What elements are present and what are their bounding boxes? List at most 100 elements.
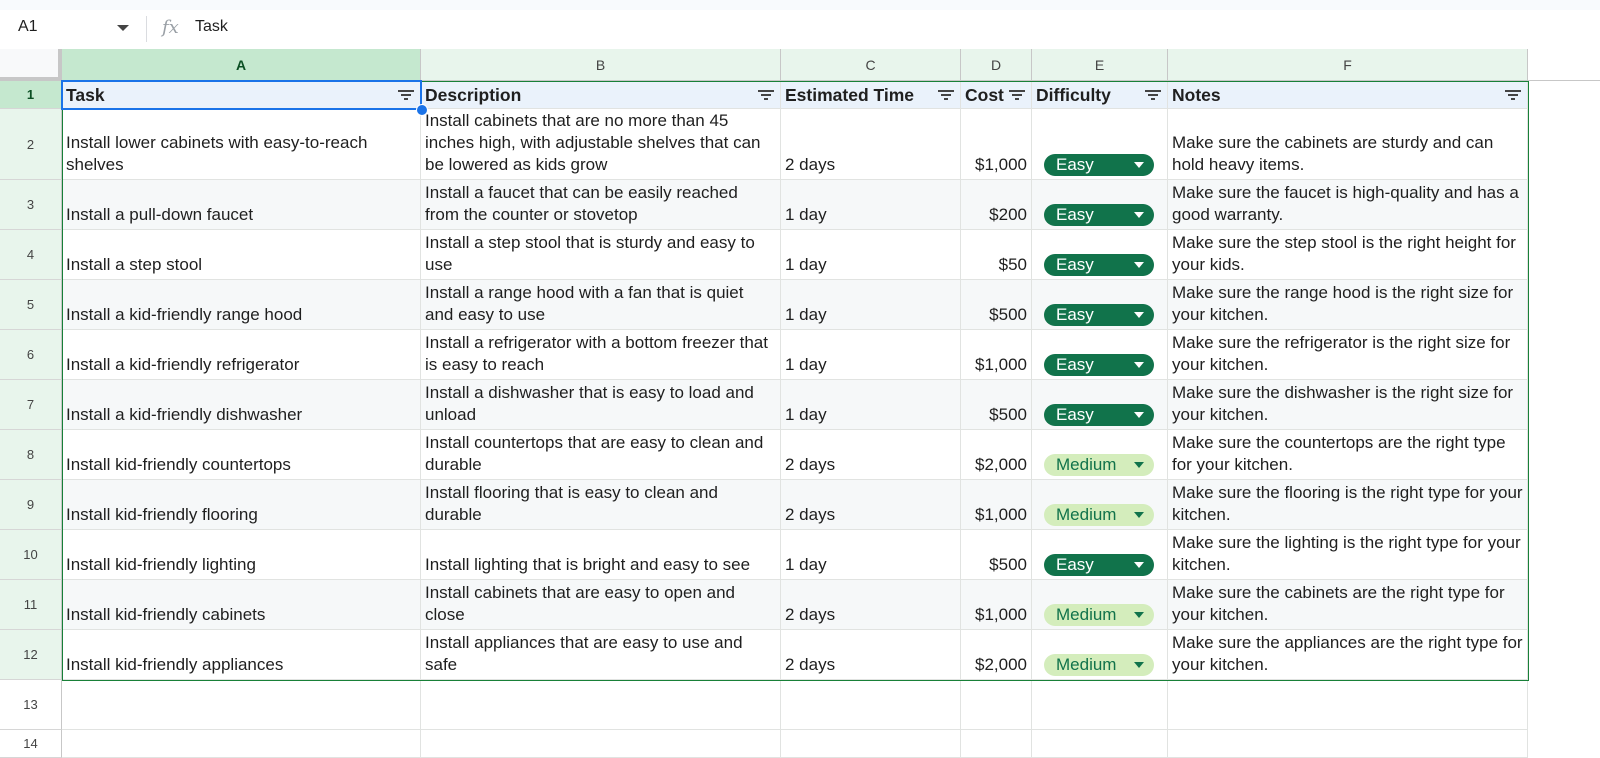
header-cell-difficulty[interactable]: Difficulty bbox=[1032, 81, 1168, 109]
table-cell-desc[interactable]: Install cabinets that are no more than 4… bbox=[421, 109, 781, 180]
empty-cell[interactable] bbox=[1168, 730, 1528, 758]
chevron-down-icon[interactable] bbox=[1134, 412, 1144, 418]
table-cell-notes[interactable]: Make sure the cabinets are the right typ… bbox=[1168, 580, 1528, 630]
table-cell-desc[interactable]: Install a step stool that is sturdy and … bbox=[421, 230, 781, 280]
table-cell-desc[interactable]: Install flooring that is easy to clean a… bbox=[421, 480, 781, 530]
table-cell-time[interactable]: 1 day bbox=[781, 230, 961, 280]
table-cell-cost[interactable]: $1,000 bbox=[961, 109, 1032, 180]
header-cell-cost[interactable]: Cost bbox=[961, 81, 1032, 109]
table-cell-cost[interactable]: $1,000 bbox=[961, 330, 1032, 380]
empty-cell[interactable] bbox=[421, 730, 781, 758]
table-cell-task[interactable]: Install a kid-friendly range hood bbox=[62, 280, 421, 330]
table-cell-task[interactable]: Install kid-friendly flooring bbox=[62, 480, 421, 530]
formula-input[interactable]: Task bbox=[195, 18, 228, 36]
difficulty-chip[interactable]: Easy bbox=[1044, 404, 1154, 426]
difficulty-chip[interactable]: Medium bbox=[1044, 654, 1154, 676]
table-cell-task[interactable]: Install a step stool bbox=[62, 230, 421, 280]
table-cell-cost[interactable]: $2,000 bbox=[961, 430, 1032, 480]
table-cell-difficulty[interactable]: Easy bbox=[1032, 330, 1168, 380]
difficulty-chip[interactable]: Easy bbox=[1044, 254, 1154, 276]
chevron-down-icon[interactable] bbox=[1134, 212, 1144, 218]
table-cell-notes[interactable]: Make sure the refrigerator is the right … bbox=[1168, 330, 1528, 380]
table-cell-difficulty[interactable]: Medium bbox=[1032, 580, 1168, 630]
table-cell-cost[interactable]: $50 bbox=[961, 230, 1032, 280]
table-cell-desc[interactable]: Install a faucet that can be easily reac… bbox=[421, 180, 781, 230]
table-cell-time[interactable]: 2 days bbox=[781, 630, 961, 680]
filter-icon[interactable] bbox=[398, 89, 414, 101]
table-cell-task[interactable]: Install a pull-down faucet bbox=[62, 180, 421, 230]
fill-handle[interactable] bbox=[416, 104, 428, 116]
header-cell-desc[interactable]: Description bbox=[421, 81, 781, 109]
table-cell-cost[interactable]: $1,000 bbox=[961, 480, 1032, 530]
table-cell-desc[interactable]: Install a dishwasher that is easy to loa… bbox=[421, 380, 781, 430]
table-cell-time[interactable]: 1 day bbox=[781, 330, 961, 380]
empty-cell[interactable] bbox=[1032, 730, 1168, 758]
empty-cell[interactable] bbox=[1032, 680, 1168, 730]
filter-icon[interactable] bbox=[1145, 89, 1161, 101]
empty-cell[interactable] bbox=[62, 680, 421, 730]
table-cell-notes[interactable]: Make sure the cabinets are sturdy and ca… bbox=[1168, 109, 1528, 180]
table-cell-time[interactable]: 1 day bbox=[781, 380, 961, 430]
column-header-a[interactable]: A bbox=[62, 49, 421, 81]
row-header-12[interactable]: 12 bbox=[0, 630, 62, 680]
table-cell-time[interactable]: 2 days bbox=[781, 109, 961, 180]
column-header-c[interactable]: C bbox=[781, 49, 961, 81]
table-cell-difficulty[interactable]: Medium bbox=[1032, 480, 1168, 530]
row-header-3[interactable]: 3 bbox=[0, 180, 62, 230]
difficulty-chip[interactable]: Easy bbox=[1044, 304, 1154, 326]
header-cell-notes[interactable]: Notes bbox=[1168, 81, 1528, 109]
empty-cell[interactable] bbox=[781, 680, 961, 730]
row-header-4[interactable]: 4 bbox=[0, 230, 62, 280]
chevron-down-icon[interactable] bbox=[1134, 562, 1144, 568]
table-cell-notes[interactable]: Make sure the range hood is the right si… bbox=[1168, 280, 1528, 330]
table-cell-difficulty[interactable]: Easy bbox=[1032, 280, 1168, 330]
table-cell-cost[interactable]: $200 bbox=[961, 180, 1032, 230]
empty-cell[interactable] bbox=[961, 680, 1032, 730]
table-cell-difficulty[interactable]: Easy bbox=[1032, 230, 1168, 280]
row-header-1[interactable]: 1 bbox=[0, 81, 62, 109]
filter-icon[interactable] bbox=[758, 89, 774, 101]
table-cell-cost[interactable]: $500 bbox=[961, 530, 1032, 580]
column-header-d[interactable]: D bbox=[961, 49, 1032, 81]
table-cell-notes[interactable]: Make sure the lighting is the right type… bbox=[1168, 530, 1528, 580]
empty-cell[interactable] bbox=[961, 730, 1032, 758]
empty-cell[interactable] bbox=[1168, 680, 1528, 730]
table-cell-notes[interactable]: Make sure the appliances are the right t… bbox=[1168, 630, 1528, 680]
table-cell-task[interactable]: Install kid-friendly countertops bbox=[62, 430, 421, 480]
difficulty-chip[interactable]: Easy bbox=[1044, 154, 1154, 176]
row-header-6[interactable]: 6 bbox=[0, 330, 62, 380]
table-cell-desc[interactable]: Install a refrigerator with a bottom fre… bbox=[421, 330, 781, 380]
table-cell-difficulty[interactable]: Medium bbox=[1032, 430, 1168, 480]
column-header-b[interactable]: B bbox=[421, 49, 781, 81]
header-cell-time[interactable]: Estimated Time bbox=[781, 81, 961, 109]
table-cell-time[interactable]: 2 days bbox=[781, 430, 961, 480]
table-cell-difficulty[interactable]: Easy bbox=[1032, 380, 1168, 430]
table-cell-cost[interactable]: $1,000 bbox=[961, 580, 1032, 630]
filter-icon[interactable] bbox=[1505, 89, 1521, 101]
table-cell-time[interactable]: 1 day bbox=[781, 530, 961, 580]
table-cell-difficulty[interactable]: Medium bbox=[1032, 630, 1168, 680]
table-cell-cost[interactable]: $2,000 bbox=[961, 630, 1032, 680]
table-cell-desc[interactable]: Install lighting that is bright and easy… bbox=[421, 530, 781, 580]
name-box[interactable]: A1 bbox=[18, 18, 38, 36]
select-all-corner[interactable] bbox=[0, 49, 62, 81]
name-box-dropdown-icon[interactable] bbox=[117, 25, 129, 31]
difficulty-chip[interactable]: Medium bbox=[1044, 504, 1154, 526]
table-cell-notes[interactable]: Make sure the flooring is the right type… bbox=[1168, 480, 1528, 530]
row-header-9[interactable]: 9 bbox=[0, 480, 62, 530]
row-header-2[interactable]: 2 bbox=[0, 109, 62, 180]
table-cell-difficulty[interactable]: Easy bbox=[1032, 180, 1168, 230]
chevron-down-icon[interactable] bbox=[1134, 512, 1144, 518]
row-header-14[interactable]: 14 bbox=[0, 730, 62, 758]
table-cell-desc[interactable]: Install cabinets that are easy to open a… bbox=[421, 580, 781, 630]
table-cell-desc[interactable]: Install appliances that are easy to use … bbox=[421, 630, 781, 680]
table-cell-time[interactable]: 1 day bbox=[781, 280, 961, 330]
table-cell-time[interactable]: 2 days bbox=[781, 580, 961, 630]
row-header-13[interactable]: 13 bbox=[0, 680, 62, 730]
table-cell-time[interactable]: 1 day bbox=[781, 180, 961, 230]
table-cell-task[interactable]: Install a kid-friendly refrigerator bbox=[62, 330, 421, 380]
chevron-down-icon[interactable] bbox=[1134, 162, 1144, 168]
empty-cell[interactable] bbox=[781, 730, 961, 758]
table-cell-task[interactable]: Install kid-friendly appliances bbox=[62, 630, 421, 680]
table-cell-notes[interactable]: Make sure the dishwasher is the right si… bbox=[1168, 380, 1528, 430]
